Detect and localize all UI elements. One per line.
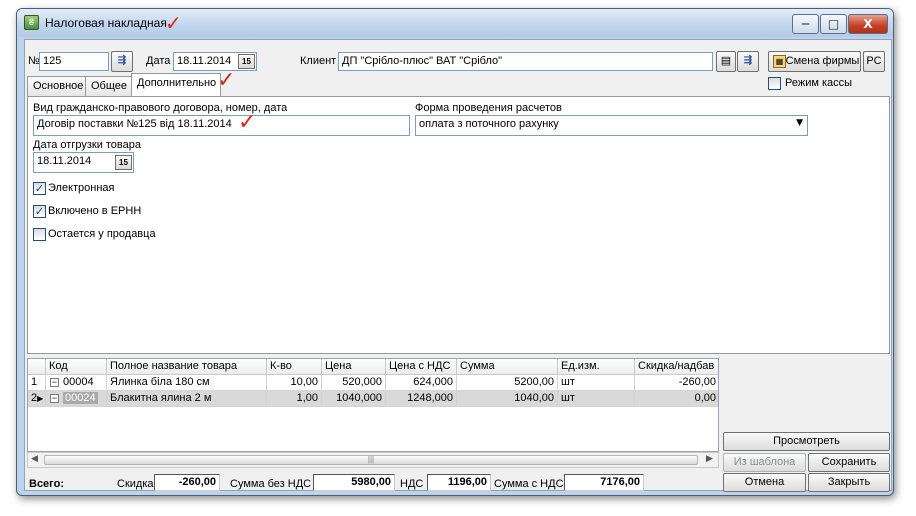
firm-icon: ▦ bbox=[773, 55, 786, 68]
name-cell: Ялинка біла 180 см bbox=[107, 375, 267, 391]
sum-cell: 5200,00 bbox=[457, 375, 558, 391]
close-window-button[interactable]: X bbox=[848, 14, 888, 34]
sum-vat-label: Сумма с НДС bbox=[494, 478, 564, 490]
red-check-mark-icon: ✓ bbox=[238, 110, 257, 135]
link-number-icon[interactable]: ⇶ bbox=[111, 51, 133, 72]
scroll-left-icon[interactable]: ◀ bbox=[31, 454, 38, 464]
current-row-arrow-icon: ▶ bbox=[37, 394, 44, 403]
erpn-label: Включено в ЕРНН bbox=[48, 205, 142, 217]
erpn-checkbox[interactable]: ✓ bbox=[33, 205, 46, 218]
total-label: Всего: bbox=[29, 478, 64, 490]
cancel-button[interactable]: Отмена bbox=[723, 473, 806, 492]
preview-button[interactable]: Просмотреть bbox=[723, 432, 890, 451]
client-area: № 125 ⇶ Дата 18.11.2014 15 Клиент ДП "Ср… bbox=[24, 39, 892, 492]
electronic-label: Электронная bbox=[48, 182, 115, 194]
table-header[interactable]: Сумма bbox=[457, 359, 558, 375]
code-cell: − 00024 bbox=[46, 391, 107, 407]
payment-form-select[interactable]: оплата з поточного рахунку ▼ bbox=[415, 115, 808, 136]
window-title: Налоговая накладная bbox=[45, 16, 167, 30]
seller-keeps-checkbox[interactable] bbox=[33, 228, 46, 241]
contract-field[interactable]: Договір поставки №125 від 18.11.2014 bbox=[33, 115, 410, 136]
shipment-date-label: Дата отгрузки товара bbox=[33, 139, 141, 151]
price-cell: 520,000 bbox=[322, 375, 386, 391]
from-template-button[interactable]: Из шаблона bbox=[723, 453, 806, 472]
client-field[interactable]: ДП "Срібло-плюс" ВАТ "Срібло" bbox=[338, 52, 713, 71]
unit-cell: шт bbox=[558, 375, 635, 391]
code-value: 00024 bbox=[63, 392, 98, 404]
table-row[interactable]: 1 − 00004 Ялинка біла 180 см 10,00 520,0… bbox=[28, 375, 718, 391]
cash-mode-checkbox[interactable] bbox=[768, 77, 781, 90]
sum-vat-value: 7176,00 bbox=[564, 474, 644, 491]
sum-cell: 1040,00 bbox=[457, 391, 558, 407]
discount-total-label: Скидка bbox=[117, 478, 154, 490]
table-row[interactable]: 2▶ − 00024 Блакитна ялина 2 м 1,00 1040,… bbox=[28, 391, 718, 407]
name-cell: Блакитна ялина 2 м bbox=[107, 391, 267, 407]
table-header[interactable]: Скидка/надбав bbox=[635, 359, 718, 375]
row-number: 1 bbox=[28, 375, 46, 391]
red-check-mark-icon: ✓ bbox=[165, 11, 182, 35]
date-value: 18.11.2014 bbox=[177, 55, 232, 67]
document-window: ₴ Налоговая накладная ✓ ─ □ X № 125 ⇶ Да… bbox=[16, 8, 894, 496]
client-label: Клиент bbox=[300, 55, 337, 67]
discount-cell: 0,00 bbox=[635, 391, 718, 407]
qty-cell: 10,00 bbox=[267, 375, 322, 391]
shipment-calendar-icon[interactable]: 15 bbox=[115, 155, 132, 170]
row-number: 2▶ bbox=[28, 391, 46, 407]
table-header[interactable]: Ед.изм. bbox=[558, 359, 635, 375]
table-header[interactable]: Цена bbox=[322, 359, 386, 375]
sum-no-vat-label: Сумма без НДС bbox=[230, 478, 312, 490]
extra-tab-panel: Вид гражданско-правового договора, номер… bbox=[27, 96, 890, 354]
seller-keeps-label: Остается у продавца bbox=[48, 228, 156, 240]
change-firm-button[interactable]: ▦ Смена фирмы bbox=[768, 51, 861, 72]
vat-value: 1196,00 bbox=[427, 474, 491, 491]
table-header-rownum bbox=[28, 359, 46, 375]
electronic-checkbox[interactable]: ✓ bbox=[33, 182, 46, 195]
code-cell: − 00004 bbox=[46, 375, 107, 391]
close-button[interactable]: Закрыть bbox=[808, 473, 890, 492]
pc-button[interactable]: РС bbox=[863, 51, 885, 72]
save-button[interactable]: Сохранить bbox=[808, 453, 890, 472]
goods-table: Код Полное название товара К-во Цена Цен… bbox=[27, 358, 719, 452]
table-header[interactable]: Код bbox=[46, 359, 107, 375]
price-vat-cell: 1248,000 bbox=[386, 391, 457, 407]
client-card-icon[interactable]: ▤ bbox=[716, 51, 736, 72]
dropdown-arrow-icon: ▼ bbox=[796, 118, 803, 128]
collapse-icon[interactable]: − bbox=[50, 394, 59, 403]
cash-mode-label: Режим кассы bbox=[785, 77, 853, 89]
price-vat-cell: 624,000 bbox=[386, 375, 457, 391]
payment-form-label: Форма проведения расчетов bbox=[415, 102, 562, 114]
table-header[interactable]: К-во bbox=[267, 359, 322, 375]
maximize-button[interactable]: □ bbox=[820, 14, 847, 34]
code-value: 00004 bbox=[63, 376, 94, 388]
tab-obshee[interactable]: Общее bbox=[85, 76, 134, 96]
table-header[interactable]: Цена с НДС bbox=[386, 359, 457, 375]
discount-total-value: -260,00 bbox=[154, 474, 220, 491]
table-header[interactable]: Полное название товара bbox=[107, 359, 267, 375]
sum-no-vat-value: 5980,00 bbox=[313, 474, 395, 491]
payment-form-value: оплата з поточного рахунку bbox=[419, 118, 559, 130]
number-field[interactable]: 125 bbox=[39, 52, 109, 71]
change-firm-label: Смена фирмы bbox=[785, 55, 860, 67]
collapse-icon[interactable]: − bbox=[50, 378, 59, 387]
scroll-thumb[interactable]: ||| bbox=[44, 455, 698, 465]
qty-cell: 1,00 bbox=[267, 391, 322, 407]
shipment-date-value: 18.11.2014 bbox=[37, 155, 92, 167]
date-label: Дата bbox=[146, 55, 171, 67]
vat-label: НДС bbox=[400, 478, 424, 490]
unit-cell: шт bbox=[558, 391, 635, 407]
scroll-right-icon[interactable]: ▶ bbox=[706, 454, 713, 464]
tab-dopolnitelno[interactable]: Дополнительно bbox=[131, 73, 221, 96]
minimize-button[interactable]: ─ bbox=[792, 14, 819, 34]
date-calendar-icon[interactable]: 15 bbox=[238, 54, 255, 69]
discount-cell: -260,00 bbox=[635, 375, 718, 391]
tab-osnovnoe[interactable]: Основное bbox=[27, 76, 90, 96]
price-cell: 1040,000 bbox=[322, 391, 386, 407]
document-app-icon: ₴ bbox=[24, 15, 39, 30]
horizontal-scrollbar[interactable]: ◀ ||| ▶ bbox=[27, 452, 719, 468]
title-bar[interactable]: ₴ Налоговая накладная ✓ ─ □ X bbox=[17, 9, 893, 37]
client-link-icon[interactable]: ⇶ bbox=[737, 51, 759, 72]
